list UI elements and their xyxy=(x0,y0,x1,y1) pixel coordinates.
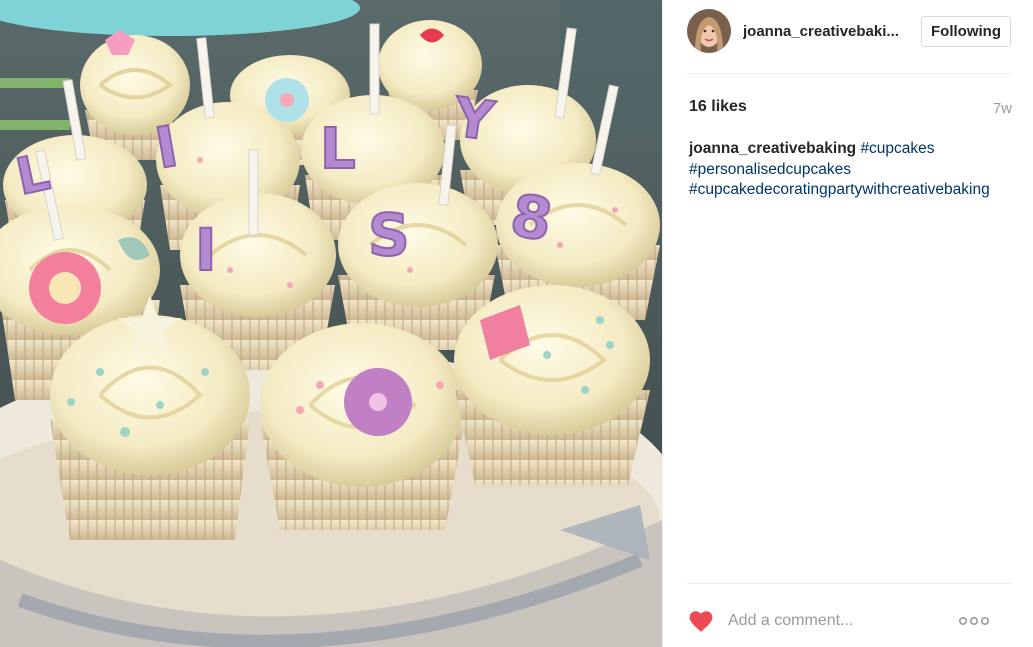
post-age[interactable]: 7w xyxy=(993,100,1012,117)
svg-text:S: S xyxy=(368,201,410,269)
caption-username[interactable]: joanna_creativebaking xyxy=(689,140,856,157)
svg-text:L: L xyxy=(320,117,356,182)
likes-count[interactable]: 16 likes xyxy=(689,98,747,116)
post-header: joanna_creativebaki... Following xyxy=(687,8,1011,54)
post-sidebar: joanna_creativebaki... Following 16 like… xyxy=(662,0,1033,647)
heart-icon[interactable] xyxy=(688,609,714,633)
avatar[interactable] xyxy=(687,9,731,53)
hashtag[interactable]: #personalisedcupcakes xyxy=(689,161,851,178)
svg-text:I: I xyxy=(195,216,217,284)
header-divider xyxy=(687,73,1012,74)
post-caption: joanna_creativebaking #cupcakes #persona… xyxy=(689,139,1013,201)
more-options-icon[interactable] xyxy=(958,613,990,629)
actions-divider xyxy=(687,583,1012,584)
avatar-icon xyxy=(687,9,731,53)
following-button[interactable]: Following xyxy=(921,15,1011,47)
hashtag[interactable]: #cupcakes xyxy=(860,140,934,157)
hashtag[interactable]: #cupcakedecoratingpartywithcreativebakin… xyxy=(689,181,990,198)
cupcakes-photo: I L Y L I S 8 xyxy=(0,0,662,647)
instagram-post: I L Y L I S 8 joanna_creativebaki... Fol… xyxy=(0,0,1033,647)
post-photo[interactable]: I L Y L I S 8 xyxy=(0,0,662,647)
author-username[interactable]: joanna_creativebaki... xyxy=(743,23,911,40)
add-comment-input[interactable]: Add a comment... xyxy=(728,612,853,630)
